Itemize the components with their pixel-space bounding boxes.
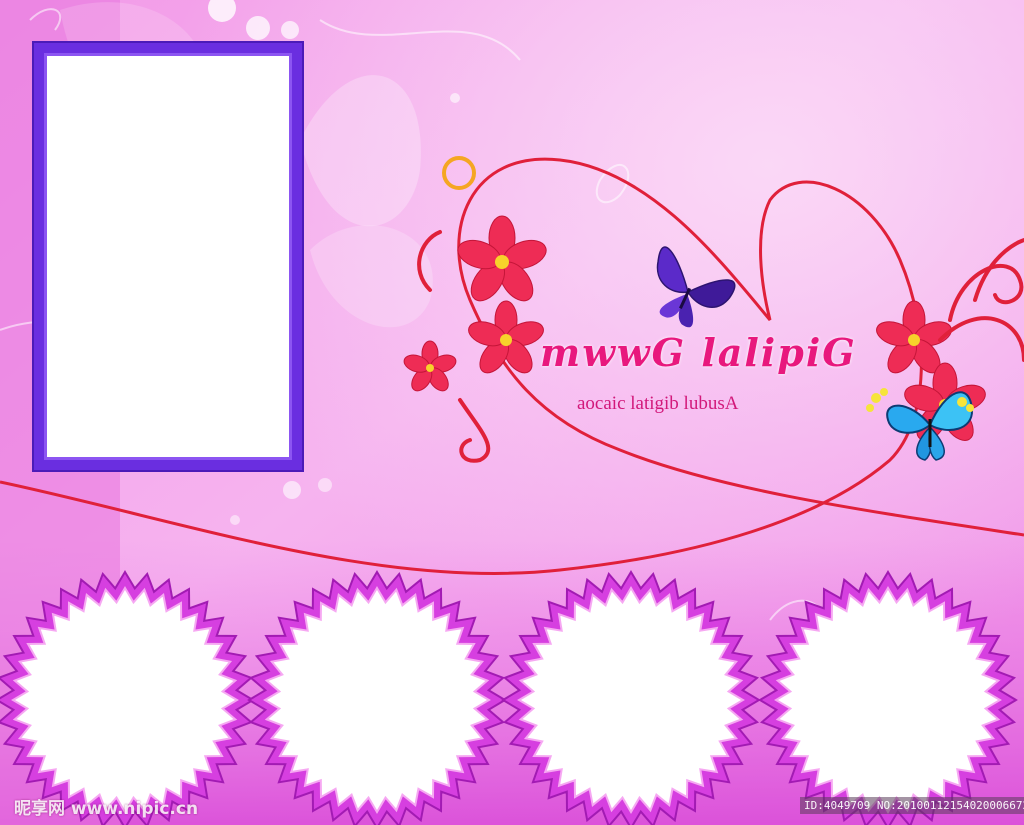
- greeting-card-canvas: mwwG lalipiG aocaic latigib lubusA 昵享网 w…: [0, 0, 1024, 825]
- card-title: mwwG lalipiG: [540, 330, 857, 375]
- card-subtitle: aocaic latigib lubusA: [577, 393, 739, 414]
- site-watermark: 昵享网 www.nipic.cn: [14, 799, 199, 819]
- portrait-photo-frame: [34, 43, 302, 470]
- image-id-watermark: ID:4049709 NO:20100112154020006672: [800, 797, 1024, 814]
